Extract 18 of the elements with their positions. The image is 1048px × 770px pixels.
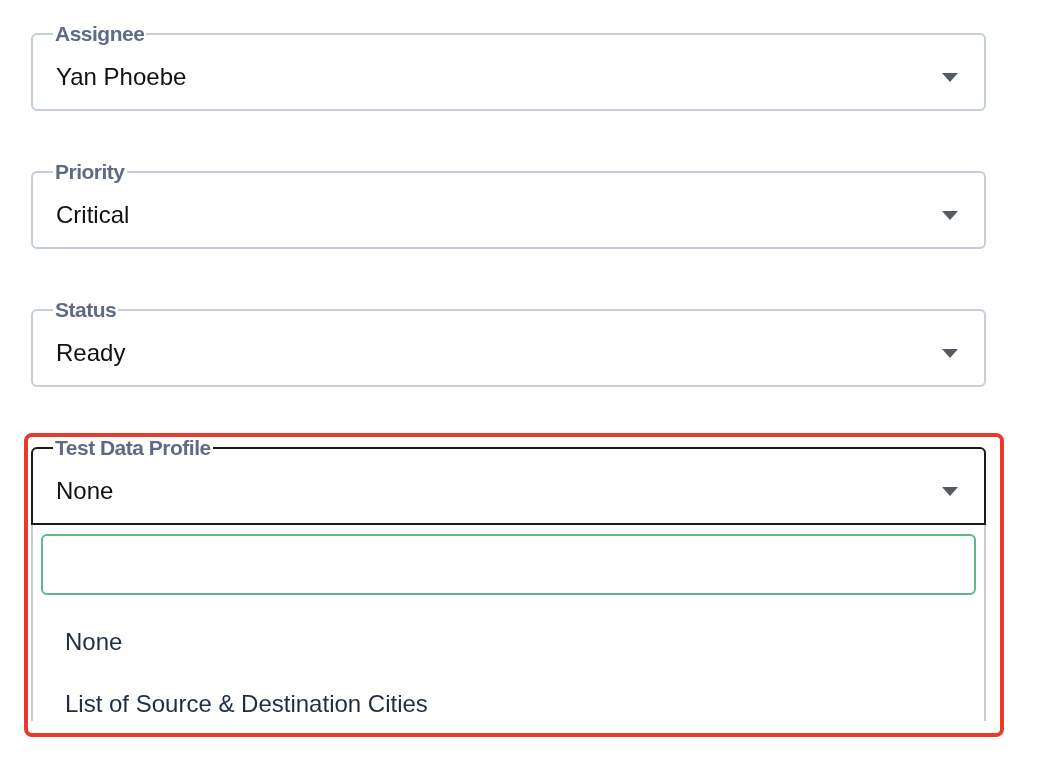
- field-label: Test Data Profile: [55, 437, 211, 459]
- select-field[interactable]: Assignee Yan Phoebe: [31, 23, 986, 111]
- field-label: Assignee: [55, 23, 145, 45]
- selected-value: Yan Phoebe: [56, 62, 187, 92]
- dropdown-option[interactable]: List of Source & Destination Cities: [41, 673, 976, 721]
- field-label: Priority: [55, 161, 125, 183]
- caret-icon: [942, 72, 958, 82]
- field-label: Status: [55, 299, 117, 321]
- dropdown-option[interactable]: None: [41, 611, 976, 673]
- search-field[interactable]: [41, 534, 976, 595]
- selected-value: Critical: [56, 200, 130, 230]
- caret-icon: [942, 486, 958, 496]
- caret-icon: [942, 210, 958, 220]
- select-field[interactable]: Test Data Profile None: [31, 437, 986, 525]
- selected-value: Ready: [56, 338, 126, 368]
- select-field[interactable]: Priority Critical: [31, 161, 986, 249]
- caret-icon: [942, 348, 958, 358]
- selected-value: None: [56, 476, 114, 506]
